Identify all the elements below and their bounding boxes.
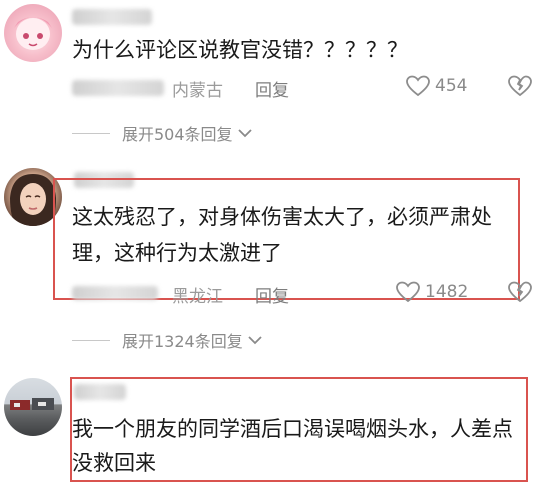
comment-text: 为什么评论区说教官没错？？？？？ (72, 38, 408, 62)
expand-replies-label: 展开504条回复 (122, 125, 233, 144)
avatar[interactable] (4, 4, 62, 62)
like-heart-icon[interactable] (406, 75, 430, 97)
comment-location: 黑龙江 (172, 287, 223, 307)
chevron-down-icon (237, 129, 252, 138)
expand-replies-label: 展开1324条回复 (122, 332, 243, 351)
reply-button[interactable]: 回复 (255, 76, 289, 101)
dislike-broken-heart-icon[interactable] (508, 281, 532, 303)
like-count: 454 (435, 76, 468, 96)
comment-text-line1: 这太残忍了，对身体伤害太大了，必须严肃处 (72, 205, 492, 229)
anime-avatar-icon (14, 17, 52, 50)
expand-replies-link[interactable]: 展开504条回复 (72, 121, 253, 145)
username-blurred[interactable] (72, 9, 152, 25)
reply-button[interactable]: 回复 (255, 282, 289, 307)
street-photo-avatar-icon (10, 398, 54, 410)
timestamp-blurred (72, 80, 164, 96)
dislike-broken-heart-icon[interactable] (508, 75, 532, 97)
divider (72, 132, 110, 134)
comment-text-line2: 理，这种行为太激进了 (72, 241, 282, 265)
avatar[interactable] (4, 378, 62, 436)
comment-text-line2: 没救回来 (72, 451, 156, 475)
expand-replies-link[interactable]: 展开1324条回复 (72, 328, 263, 352)
chevron-down-icon (248, 336, 262, 345)
divider (72, 339, 110, 341)
comment-text-line1: 我一个朋友的同学酒后口渴误喝烟头水，人差点 (72, 417, 513, 441)
like-heart-icon[interactable] (396, 281, 420, 303)
comment-location: 内蒙古 (172, 81, 223, 101)
like-count: 1482 (425, 282, 469, 302)
timestamp-blurred (72, 286, 158, 300)
